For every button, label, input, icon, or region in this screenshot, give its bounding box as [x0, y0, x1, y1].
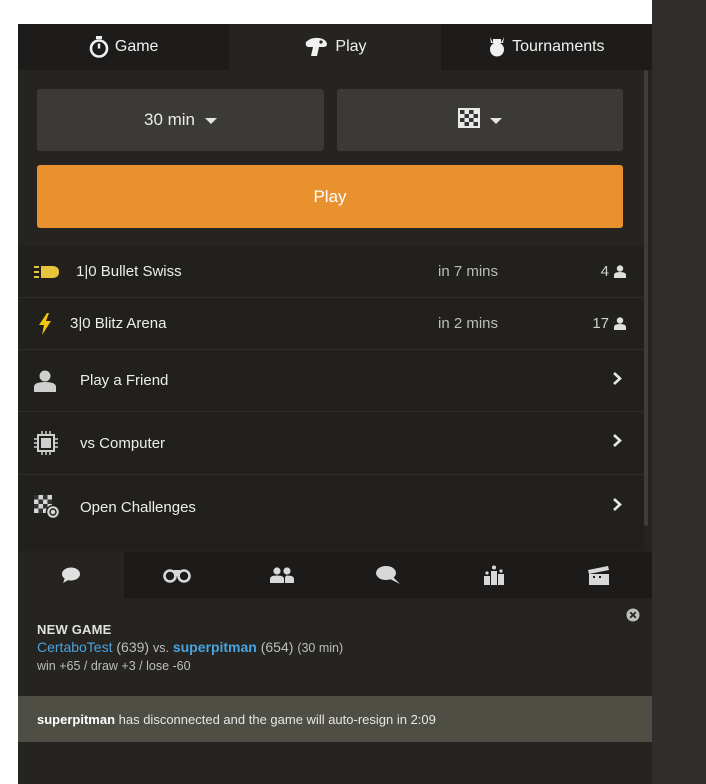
challenge-icon [34, 495, 60, 519]
new-game-players: CertaboTest (639) vs. superpitman (654) … [37, 639, 652, 655]
new-game-title: NEW GAME [37, 622, 112, 637]
bullet-icon [34, 265, 60, 279]
time-control-label: (30 min) [297, 641, 344, 655]
event-start: in 7 mins [438, 263, 499, 280]
vs-label: vs. [152, 641, 169, 655]
chat-tabs [18, 552, 652, 598]
play-panel: Game Play Tournaments 30 min Play 1|0 Bu… [18, 24, 652, 784]
event-row-blitz-arena[interactable]: 3|0 Blitz Arena in 2 mins 17 [18, 298, 644, 350]
disconnect-notice: superpitman has disconnected and the gam… [18, 696, 652, 742]
tab-tournaments-label: Tournaments [512, 38, 605, 55]
tab-play[interactable]: Play [229, 24, 441, 70]
option-label: Open Challenges [80, 498, 196, 516]
new-game-message: NEW GAME CertaboTest (639) vs. superpitm… [18, 598, 652, 696]
close-icon[interactable] [626, 608, 640, 627]
player-count: 17 [592, 315, 609, 332]
event-name: 1|0 Bullet Swiss [76, 263, 182, 280]
chat-area [18, 742, 652, 784]
tab-play-label: Play [335, 38, 367, 55]
chevron-right-icon [613, 498, 622, 516]
chat-bubble-icon[interactable] [18, 552, 124, 598]
player-one-link[interactable]: CertaboTest [37, 639, 112, 655]
event-start: in 2 mins [438, 315, 499, 332]
chip-icon [34, 431, 58, 455]
tab-game-label: Game [114, 38, 159, 55]
option-label: Play a Friend [80, 372, 169, 389]
person-icon [614, 317, 626, 330]
tab-game[interactable]: Game [18, 24, 230, 70]
play-button[interactable]: Play [37, 165, 623, 228]
chevron-right-icon [613, 434, 622, 452]
chat-dots-icon[interactable] [335, 552, 441, 598]
chevron-down-icon [205, 118, 218, 124]
people-icon[interactable] [229, 552, 335, 598]
open-challenges-row[interactable]: Open Challenges [18, 475, 644, 539]
podium-icon[interactable] [441, 552, 547, 598]
notice-message: has disconnected and the game will auto-… [115, 711, 436, 727]
top-tabs: Game Play Tournaments [18, 24, 652, 70]
player-one-rating: (639) [116, 639, 150, 655]
clapperboard-icon[interactable] [546, 552, 652, 598]
person-icon [34, 370, 56, 392]
pawn-icon [303, 37, 329, 57]
person-icon [614, 265, 626, 278]
side-background [652, 0, 706, 784]
notice-player: superpitman [37, 711, 116, 727]
event-players: 17 [592, 315, 626, 332]
event-name: 3|0 Blitz Arena [70, 315, 167, 332]
binoculars-icon[interactable] [124, 552, 230, 598]
scrollbar[interactable] [644, 70, 648, 526]
variant-dropdown[interactable] [337, 89, 623, 151]
event-row-bullet-swiss[interactable]: 1|0 Bullet Swiss in 7 mins 4 [18, 246, 644, 298]
player-count: 4 [600, 263, 609, 280]
event-players: 4 [601, 263, 626, 280]
stopwatch-icon [89, 36, 109, 58]
player-two-rating: (654) [260, 639, 294, 655]
time-control-value: 30 min [143, 110, 196, 129]
checkerboard-icon [458, 107, 480, 133]
chevron-down-icon [490, 118, 502, 124]
player-two-link[interactable]: superpitman [173, 639, 257, 655]
rating-odds: win +65 / draw +3 / lose -60 [37, 659, 191, 673]
chevron-right-icon [613, 371, 622, 390]
tab-tournaments[interactable]: Tournaments [440, 24, 652, 70]
play-a-friend-row[interactable]: Play a Friend [18, 350, 644, 412]
lightning-icon [38, 312, 52, 335]
trophy-icon [488, 37, 506, 57]
option-label: vs Computer [80, 434, 166, 452]
time-control-dropdown[interactable]: 30 min [37, 89, 324, 151]
vs-computer-row[interactable]: vs Computer [18, 412, 644, 475]
